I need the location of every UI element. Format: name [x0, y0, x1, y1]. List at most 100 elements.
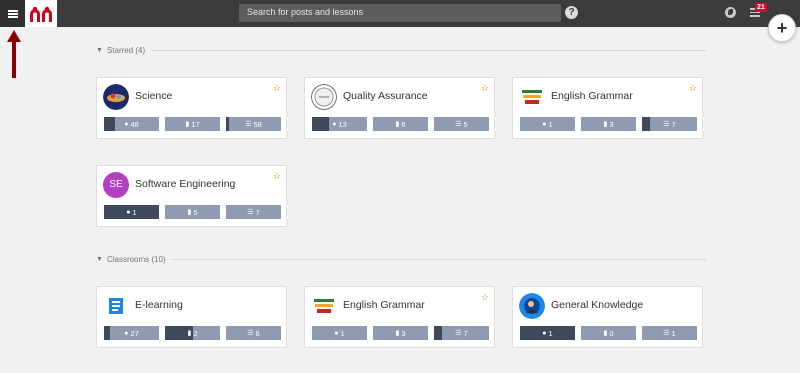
- comment-icon: ●: [542, 120, 547, 128]
- stat-value: 58: [253, 119, 262, 129]
- stat-value: 48: [130, 119, 139, 129]
- avatar: [103, 84, 129, 110]
- book-icon: ▮: [187, 209, 192, 216]
- search-placeholder: Search for posts and lessons: [247, 7, 364, 17]
- list-icon: ☰: [663, 121, 670, 128]
- stat-book[interactable]: ▮ 2: [165, 326, 220, 340]
- card-title[interactable]: Quality Assurance: [343, 90, 428, 102]
- card-stats: ● 1 ▮ 0 ☰ 1: [520, 326, 697, 340]
- stat-list[interactable]: ☰ 1: [642, 326, 697, 340]
- card-stats: ● 27 ▮ 2 ☰ 6: [104, 326, 281, 340]
- search-input[interactable]: Search for posts and lessons: [239, 4, 561, 22]
- stat-book[interactable]: ▮ 17: [165, 117, 220, 131]
- stat-book[interactable]: ▮ 6: [373, 117, 428, 131]
- stat-book[interactable]: ▮ 5: [165, 205, 220, 219]
- list-icon: ☰: [455, 121, 462, 128]
- stat-list[interactable]: ☰ 7: [434, 326, 489, 340]
- avatar: [311, 84, 337, 110]
- add-button[interactable]: +: [768, 14, 796, 42]
- star-icon[interactable]: ☆: [481, 292, 489, 303]
- stat-value: 0: [609, 328, 614, 338]
- card-title[interactable]: E-learning: [135, 299, 183, 311]
- app-logo[interactable]: [25, 0, 57, 27]
- stat-comment[interactable]: ● 1: [520, 326, 575, 340]
- stat-comment[interactable]: ● 1: [104, 205, 159, 219]
- stat-comment[interactable]: ● 1: [312, 326, 367, 340]
- notification-badge: 21: [755, 3, 767, 12]
- stat-comment[interactable]: ● 27: [104, 326, 159, 340]
- stat-value: 5: [463, 119, 468, 129]
- comment-icon: ●: [542, 329, 547, 337]
- stat-value: 1: [671, 328, 676, 338]
- comment-icon: ●: [334, 329, 339, 337]
- card-stats: ● 1 ▮ 5 ☰ 7: [104, 205, 281, 219]
- classroom-card[interactable]: Quality Assurance ☆ ● 13 ▮ 6 ☰ 5: [304, 77, 495, 139]
- classroom-card[interactable]: Science ☆ ● 48 ▮ 17 ☰ 58: [96, 77, 287, 139]
- arrow-up-icon: [7, 30, 21, 78]
- star-icon[interactable]: ☆: [273, 171, 281, 182]
- menu-button[interactable]: [0, 0, 25, 27]
- card-title[interactable]: English Grammar: [343, 299, 425, 311]
- stat-book[interactable]: ▮ 0: [581, 326, 636, 340]
- card-title[interactable]: General Knowledge: [551, 299, 643, 311]
- stat-list[interactable]: ☰ 58: [226, 117, 281, 131]
- star-icon[interactable]: ☆: [689, 83, 697, 94]
- star-icon[interactable]: ☆: [273, 83, 281, 94]
- avatar: [519, 84, 545, 110]
- classroom-card[interactable]: SE Software Engineering ☆ ● 1 ▮ 5 ☰ 7: [96, 165, 287, 227]
- stat-list[interactable]: ☰ 7: [226, 205, 281, 219]
- classroom-card[interactable]: General Knowledge ● 1 ▮ 0 ☰ 1: [512, 286, 703, 348]
- book-icon: ▮: [187, 330, 192, 337]
- classroom-card[interactable]: English Grammar ☆ ● 1 ▮ 3 ☰ 7: [304, 286, 495, 348]
- classroom-card[interactable]: E-learning ● 27 ▮ 2 ☰ 6: [96, 286, 287, 348]
- stat-value: 27: [130, 328, 139, 338]
- stat-value: 7: [671, 119, 676, 129]
- stat-comment[interactable]: ● 48: [104, 117, 159, 131]
- avatar-initials: SE: [103, 172, 129, 198]
- stat-comment[interactable]: ● 13: [312, 117, 367, 131]
- comment-icon: ●: [126, 208, 131, 216]
- card-stats: ● 1 ▮ 3 ☰ 7: [312, 326, 489, 340]
- stat-book[interactable]: ▮ 3: [373, 326, 428, 340]
- card-title[interactable]: English Grammar: [551, 90, 633, 102]
- list-icon: ☰: [455, 330, 462, 337]
- stat-value: 13: [338, 119, 347, 129]
- help-icon[interactable]: ?: [565, 6, 578, 19]
- globe-icon[interactable]: [725, 7, 736, 18]
- stat-value: 1: [132, 207, 137, 217]
- list-icon: ☰: [247, 209, 254, 216]
- stat-list[interactable]: ☰ 5: [434, 117, 489, 131]
- comment-icon: ●: [332, 120, 337, 128]
- list-icon: ☰: [245, 121, 252, 128]
- chevron-down-icon: ▼: [96, 46, 103, 54]
- star-icon[interactable]: ☆: [481, 83, 489, 94]
- stat-list[interactable]: ☰ 7: [642, 117, 697, 131]
- stat-value: 6: [401, 119, 406, 129]
- stat-book[interactable]: ▮ 3: [581, 117, 636, 131]
- classrooms-section-header[interactable]: ▼ Classrooms (10): [96, 253, 706, 265]
- stat-value: 1: [548, 328, 553, 338]
- stat-value: 1: [340, 328, 345, 338]
- top-bar: Search for posts and lessons ? 21: [0, 0, 800, 27]
- stat-value: 1: [548, 119, 553, 129]
- card-stats: ● 13 ▮ 6 ☰ 5: [312, 117, 489, 131]
- stat-comment[interactable]: ● 1: [520, 117, 575, 131]
- stat-value: 7: [463, 328, 468, 338]
- card-stats: ● 1 ▮ 3 ☰ 7: [520, 117, 697, 131]
- starred-section-header[interactable]: ▼ Starred (4): [96, 44, 706, 56]
- card-title[interactable]: Software Engineering: [135, 178, 235, 190]
- list-icon: ☰: [663, 330, 670, 337]
- stat-value: 6: [255, 328, 260, 338]
- stat-list[interactable]: ☰ 6: [226, 326, 281, 340]
- section-title: Classrooms (10): [106, 254, 166, 264]
- logo-icon: [30, 6, 52, 22]
- menu-icon: [7, 9, 18, 18]
- list-icon: ☰: [247, 330, 254, 337]
- section-title: Starred (4): [106, 45, 146, 55]
- stat-value: 7: [255, 207, 260, 217]
- card-title[interactable]: Science: [135, 90, 172, 102]
- avatar: [311, 293, 337, 319]
- book-icon: ▮: [185, 121, 190, 128]
- classroom-card[interactable]: English Grammar ☆ ● 1 ▮ 3 ☰ 7: [512, 77, 703, 139]
- chevron-down-icon: ▼: [96, 255, 103, 263]
